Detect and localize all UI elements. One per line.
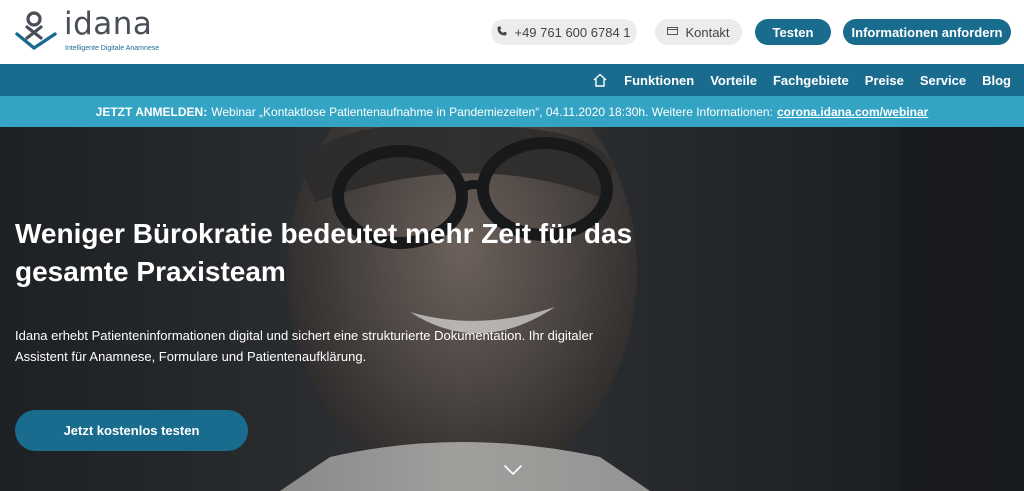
nav-item-preise[interactable]: Preise — [865, 73, 904, 88]
hero-section: Weniger Bürokratie bedeutet mehr Zeit fü… — [0, 127, 1024, 491]
nav-item-blog[interactable]: Blog — [982, 73, 1011, 88]
free-trial-button[interactable]: Jetzt kostenlos testen — [15, 410, 248, 451]
phone-number: +49 761 600 6784 1 — [514, 24, 631, 40]
request-info-button[interactable]: Informationen anfordern — [843, 19, 1011, 45]
logo-wordmark: idana — [64, 6, 153, 42]
kontakt-label: Kontakt — [685, 24, 730, 40]
top-header: idana Intelligente Digitale Anamnese +49… — [0, 0, 1024, 64]
mail-icon — [667, 26, 679, 38]
hero-title: Weniger Bürokratie bedeutet mehr Zeit fü… — [15, 218, 633, 287]
logo-tagline: Intelligente Digitale Anamnese — [65, 45, 160, 52]
hero-description: Idana erhebt Patienteninformationen digi… — [15, 328, 594, 364]
kontakt-button[interactable]: Kontakt — [655, 19, 742, 45]
testen-button[interactable]: Testen — [755, 19, 831, 45]
nav-home[interactable] — [592, 72, 608, 88]
phone-button[interactable]: +49 761 600 6784 1 — [491, 19, 637, 45]
nav-item-fachgebiete[interactable]: Fachgebiete — [773, 73, 849, 88]
idana-logo[interactable]: idana Intelligente Digitale Anamnese — [14, 6, 164, 56]
chevron-down-icon[interactable] — [503, 463, 523, 477]
announcement-text: Webinar „Kontaktlose Patientenaufnahme i… — [211, 104, 773, 119]
main-navigation: Funktionen Vorteile Fachgebiete Preise S… — [0, 64, 1024, 96]
nav-item-vorteile[interactable]: Vorteile — [710, 73, 757, 88]
phone-icon — [497, 26, 507, 39]
announcement-bar: JETZT ANMELDEN: Webinar „Kontaktlose Pat… — [0, 96, 1024, 127]
logo-mark-icon — [15, 11, 57, 50]
nav-item-funktionen[interactable]: Funktionen — [624, 73, 694, 88]
home-icon — [593, 73, 607, 87]
webinar-link[interactable]: corona.idana.com/webinar — [777, 105, 928, 119]
nav-items: Funktionen Vorteile Fachgebiete Preise S… — [576, 64, 1011, 96]
announcement-prefix: JETZT ANMELDEN: — [95, 104, 208, 119]
nav-item-service[interactable]: Service — [920, 73, 966, 88]
